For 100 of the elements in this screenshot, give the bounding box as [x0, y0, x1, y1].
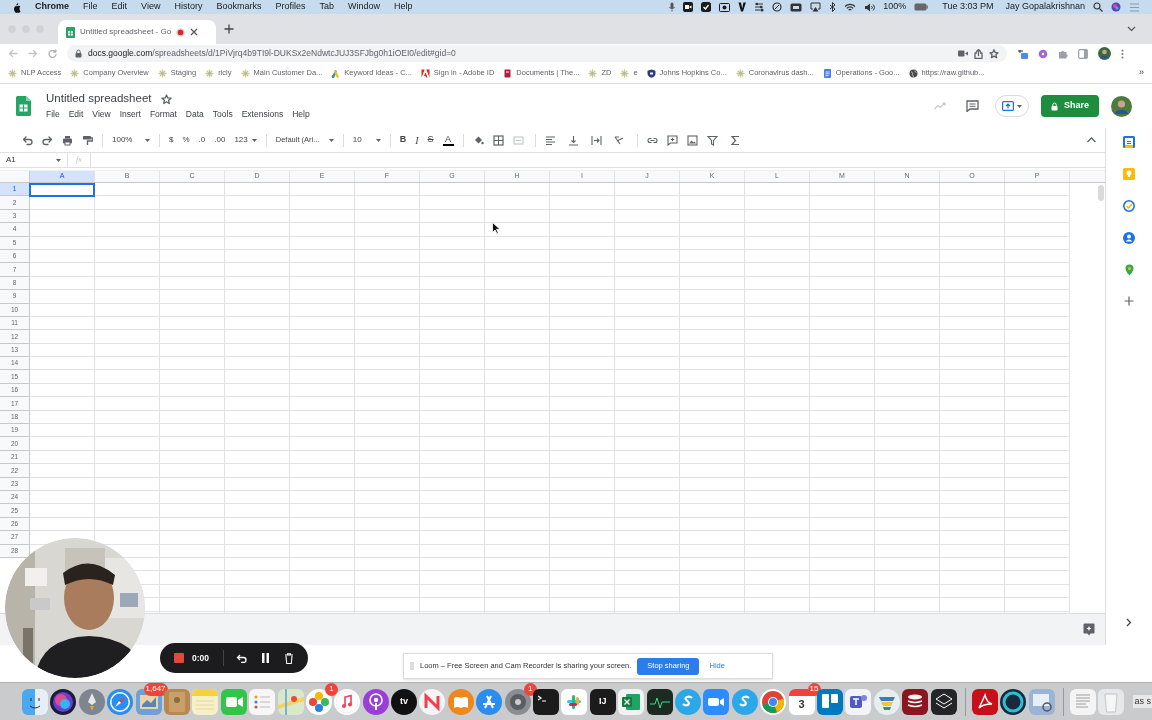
- percent-button[interactable]: %: [182, 134, 190, 146]
- menu-item[interactable]: Extensions: [241, 107, 284, 121]
- address-bar[interactable]: docs.google.com/spreadsheets/d/1PiVjrq4b9TI9l-DUKSx2eNdwtcJUJ3SFJbg0h1iOEI0/edit#gid=0: [67, 45, 1007, 62]
- menu-item[interactable]: Bookmarks: [216, 0, 262, 14]
- chevron-right-icon[interactable]: [1126, 618, 1132, 627]
- volume-icon[interactable]: [864, 2, 876, 12]
- more-icon[interactable]: [1121, 48, 1124, 59]
- url-text: docs.google.com/spreadsheets/d/1PiVjrq4b9TI9l-DUKSx2eNdwtcJUJ3SFJbg0h1iOEI0/edit#gid=0: [88, 47, 456, 60]
- number-format-dropdown[interactable]: 123: [234, 134, 257, 146]
- drag-handle-icon[interactable]: [410, 662, 414, 670]
- app-menu[interactable]: Chrome: [35, 0, 69, 14]
- app-icon[interactable]: [646, 688, 673, 715]
- app-icon[interactable]: [1000, 688, 1027, 715]
- app-icon[interactable]: [362, 688, 389, 715]
- contacts-icon[interactable]: [1123, 232, 1135, 244]
- tasks-icon[interactable]: [1123, 200, 1135, 212]
- v-icon[interactable]: [738, 2, 747, 12]
- apple-icon[interactable]: [12, 1, 21, 13]
- app-icon[interactable]: [50, 688, 77, 715]
- airplay-icon[interactable]: [810, 2, 822, 12]
- avatar-icon[interactable]: [1098, 47, 1111, 60]
- merge-cells-icon[interactable]: [512, 134, 526, 146]
- decrease-decimals-button[interactable]: .0: [198, 134, 206, 146]
- menu-item[interactable]: Tab: [319, 0, 334, 14]
- menu-item[interactable]: Tools: [212, 107, 233, 121]
- text-color-button[interactable]: A: [442, 134, 454, 146]
- menu-item[interactable]: File: [46, 107, 60, 121]
- record-icon[interactable]: [719, 2, 731, 12]
- menu-item[interactable]: Insert: [119, 107, 141, 121]
- camera-icon[interactable]: [958, 50, 968, 57]
- app-icon[interactable]: [930, 688, 957, 715]
- microphone-icon[interactable]: [669, 2, 676, 12]
- browser-tab[interactable]: Untitled spreadsheet - Go: [58, 20, 216, 44]
- menu-item[interactable]: Format: [149, 107, 177, 121]
- filter-icon[interactable]: [706, 134, 721, 146]
- bluetooth-icon[interactable]: [829, 2, 837, 12]
- borders-icon[interactable]: [492, 134, 504, 146]
- wifi-icon[interactable]: [844, 2, 857, 12]
- redo-icon[interactable]: [42, 134, 53, 146]
- battery-icon[interactable]: [914, 3, 929, 11]
- app-icon[interactable]: [589, 688, 616, 715]
- zoom-dropdown[interactable]: 100%: [112, 134, 150, 146]
- scrollbar-thumb[interactable]: [1098, 185, 1104, 201]
- menu-item[interactable]: History: [174, 0, 203, 14]
- undo-icon[interactable]: [22, 134, 33, 146]
- menu-item[interactable]: Edit: [68, 107, 84, 121]
- menu-item[interactable]: View: [92, 107, 111, 121]
- paint-format-icon[interactable]: [82, 134, 93, 146]
- menu-item[interactable]: View: [141, 0, 161, 14]
- menu-item[interactable]: Help: [394, 0, 413, 14]
- app-icon[interactable]: [902, 688, 929, 715]
- notification-badge: 1,647: [143, 682, 168, 696]
- name-box[interactable]: A1: [0, 153, 68, 167]
- side-panel-icon[interactable]: [1078, 48, 1088, 59]
- app-icon[interactable]: [533, 688, 560, 715]
- menu-item[interactable]: Edit: [111, 0, 128, 14]
- check-icon[interactable]: [701, 2, 712, 12]
- more-bookmarks[interactable]: »: [1139, 66, 1144, 80]
- comment-icon[interactable]: [966, 100, 979, 112]
- text-wrap-icon[interactable]: [590, 134, 605, 146]
- share-icon[interactable]: [974, 48, 983, 59]
- avatar-icon[interactable]: [1111, 95, 1132, 117]
- circle-icon[interactable]: [772, 2, 783, 12]
- plus-icon[interactable]: [1124, 296, 1134, 306]
- user-name[interactable]: Jay Gopalakrishnan: [1005, 0, 1085, 14]
- search-icon[interactable]: [1093, 2, 1103, 12]
- star-icon[interactable]: [161, 93, 173, 105]
- chevron-down-icon[interactable]: [1127, 26, 1136, 32]
- new-tab-icon[interactable]: [224, 24, 234, 34]
- font-size-dropdown[interactable]: 10: [352, 134, 381, 146]
- explore-icon[interactable]: [1083, 623, 1095, 636]
- italic-button[interactable]: I: [415, 132, 419, 148]
- menu-item[interactable]: Window: [347, 0, 380, 14]
- currency-button[interactable]: $: [169, 134, 174, 146]
- app-icon[interactable]: [845, 688, 872, 715]
- siri-icon[interactable]: [1111, 2, 1121, 12]
- bold-button[interactable]: B: [399, 133, 407, 147]
- menu-item[interactable]: Data: [185, 107, 204, 121]
- print-icon[interactable]: [62, 134, 73, 146]
- calendar-icon[interactable]: [1123, 136, 1135, 148]
- menu-item[interactable]: Profiles: [275, 0, 306, 14]
- sliders-icon[interactable]: [754, 2, 765, 12]
- comment-add-icon[interactable]: [666, 134, 678, 146]
- cell-cursor[interactable]: [29, 183, 95, 197]
- sheets-logo-icon[interactable]: [16, 96, 31, 116]
- document-title[interactable]: Untitled spreadsheet: [46, 93, 152, 105]
- pause-icon[interactable]: [261, 653, 270, 663]
- app-icon[interactable]: [971, 688, 998, 715]
- app-icon[interactable]: [391, 688, 418, 715]
- close-icon[interactable]: [190, 28, 199, 36]
- trash-icon[interactable]: [284, 652, 294, 664]
- share-button[interactable]: Share: [1041, 95, 1099, 117]
- menu-item[interactable]: Help: [292, 107, 310, 121]
- map-pin-icon[interactable]: [1124, 264, 1134, 276]
- menu-item[interactable]: File: [83, 0, 98, 14]
- star-icon[interactable]: [989, 48, 999, 59]
- increase-decimals-button[interactable]: .00: [214, 134, 226, 146]
- video-icon[interactable]: [683, 2, 694, 12]
- battery-icon[interactable]: [790, 2, 803, 12]
- image-icon[interactable]: [686, 134, 698, 146]
